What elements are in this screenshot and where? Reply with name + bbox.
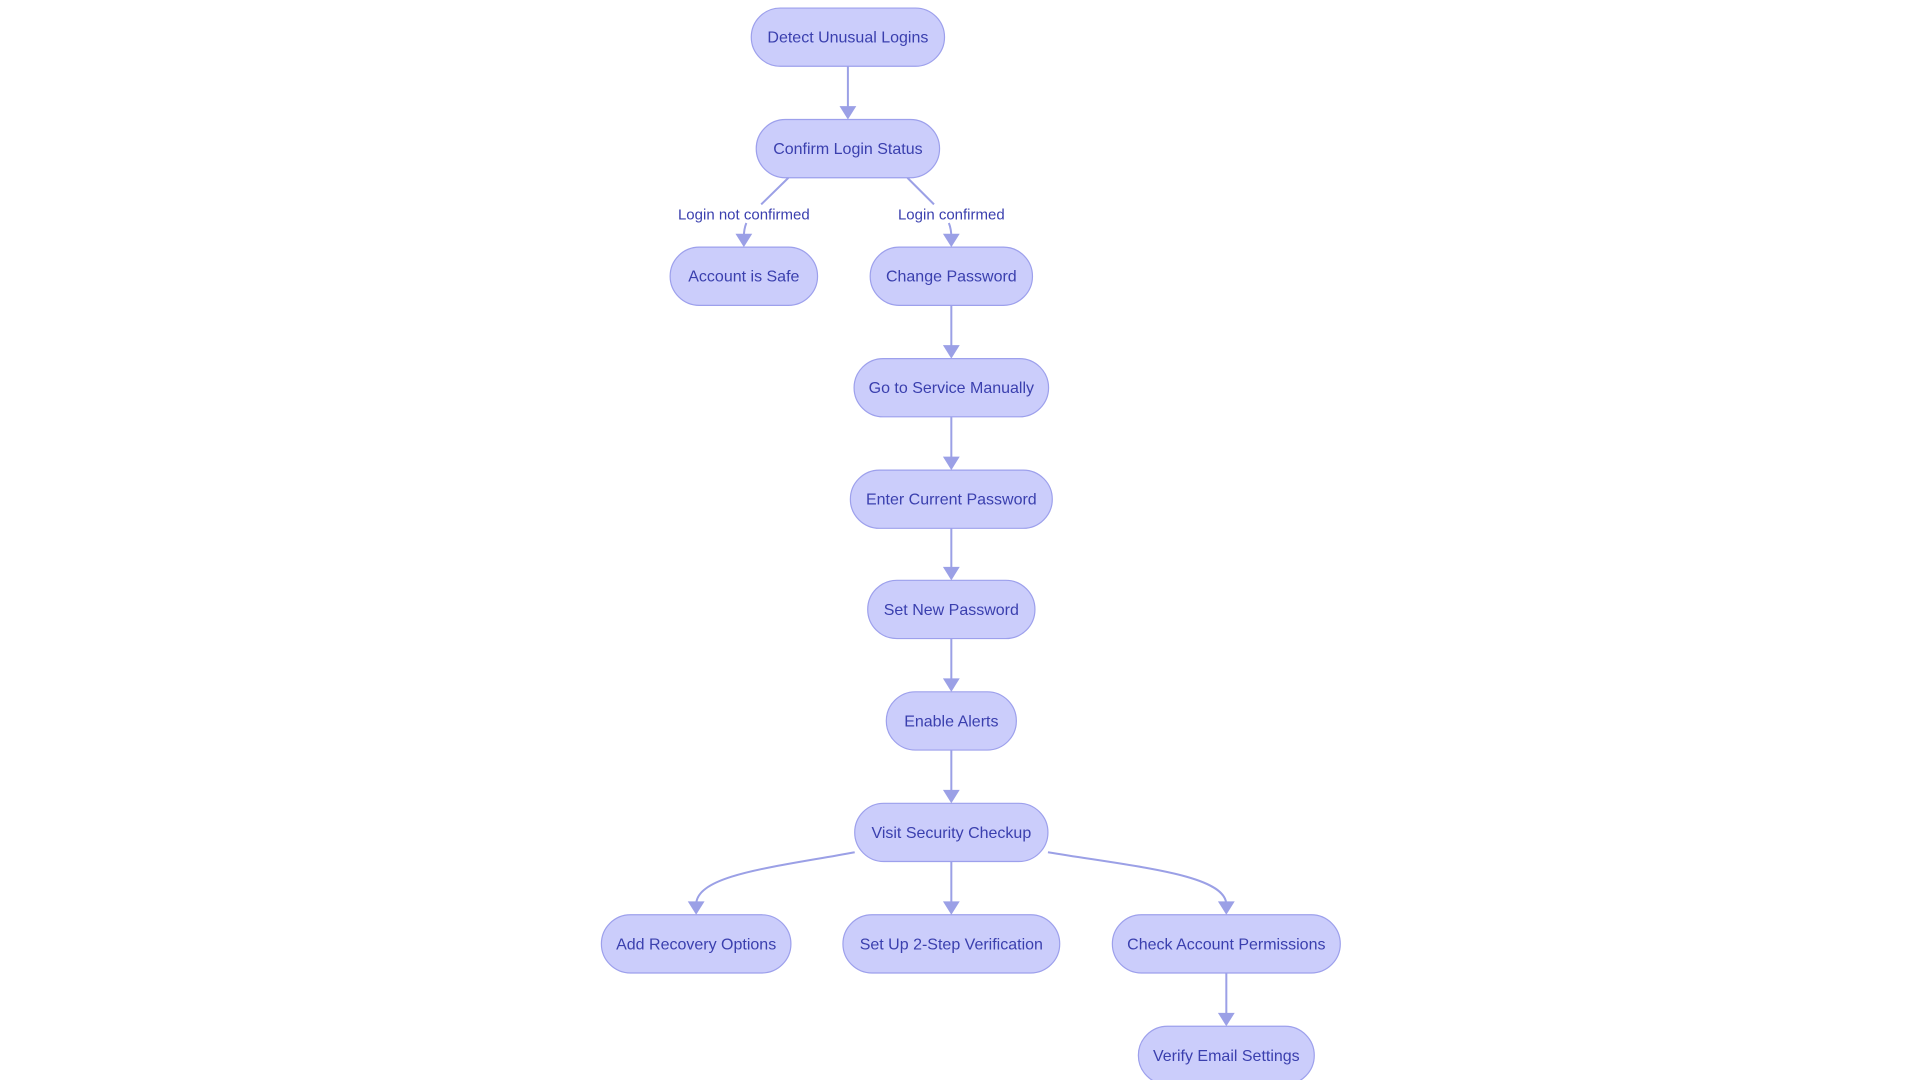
node-recovery[interactable]: Add Recovery Options — [600, 914, 792, 974]
node-label: Verify Email Settings — [1153, 1048, 1300, 1065]
node-label: Detect Unusual Logins — [767, 30, 928, 47]
node-alerts[interactable]: Enable Alerts — [885, 691, 1017, 751]
arrowhead-5 — [942, 566, 960, 581]
node-label: Enter Current Password — [866, 492, 1037, 509]
node-twostep[interactable]: Set Up 2-Step Verification — [842, 914, 1061, 974]
nodes: Detect Unusual Logins Confirm Login Statu… — [600, 7, 1341, 1080]
arrowhead-9 — [942, 901, 960, 915]
edge-checkup-to-recovery — [695, 851, 855, 905]
arrowhead-11 — [1217, 1012, 1235, 1027]
node-label: Account is Safe — [688, 269, 799, 286]
arrowhead-6 — [942, 678, 960, 692]
node-goto[interactable]: Go to Service Manually — [853, 358, 1050, 418]
arrowhead-4 — [942, 456, 960, 471]
node-label: Check Account Permissions — [1127, 936, 1325, 953]
node-perms[interactable]: Check Account Permissions — [1111, 914, 1341, 974]
arrowhead-10 — [1217, 901, 1235, 915]
node-label: Confirm Login Status — [773, 141, 922, 158]
edge-labels: Login not confirmed Login confirmed — [678, 206, 1005, 223]
node-setnew[interactable]: Set New Password — [867, 579, 1036, 640]
node-label: Go to Service Manually — [869, 380, 1034, 397]
node-label: Set Up 2-Step Verification — [860, 936, 1043, 953]
node-label: Set New Password — [884, 602, 1019, 619]
node-label: Add Recovery Options — [616, 936, 776, 953]
node-safe[interactable]: Account is Safe — [669, 246, 819, 306]
flowchart: Login not confirmed Login confirmedDetect… — [600, 7, 1341, 1080]
arrowhead-2 — [942, 233, 960, 248]
arrowhead-0 — [839, 106, 857, 120]
node-confirm[interactable]: Confirm Login Status — [755, 118, 941, 179]
node-enter[interactable]: Enter Current Password — [849, 469, 1053, 529]
edge-checkup-to-perms — [1047, 851, 1228, 905]
arrowhead-8 — [687, 901, 705, 915]
arrowhead-1 — [735, 233, 753, 248]
node-checkup[interactable]: Visit Security Checkup — [854, 802, 1049, 863]
node-label: Visit Security Checkup — [871, 825, 1031, 842]
node-label: Change Password — [886, 269, 1017, 286]
edge-label: Login confirmed — [898, 206, 1005, 223]
node-label: Enable Alerts — [904, 713, 998, 730]
node-change[interactable]: Change Password — [869, 246, 1034, 306]
edge-label: Login not confirmed — [678, 206, 810, 223]
node-email[interactable]: Verify Email Settings — [1137, 1025, 1315, 1080]
arrowhead-3 — [942, 345, 960, 359]
node-detect[interactable]: Detect Unusual Logins — [750, 7, 946, 67]
arrowhead-7 — [942, 789, 960, 804]
